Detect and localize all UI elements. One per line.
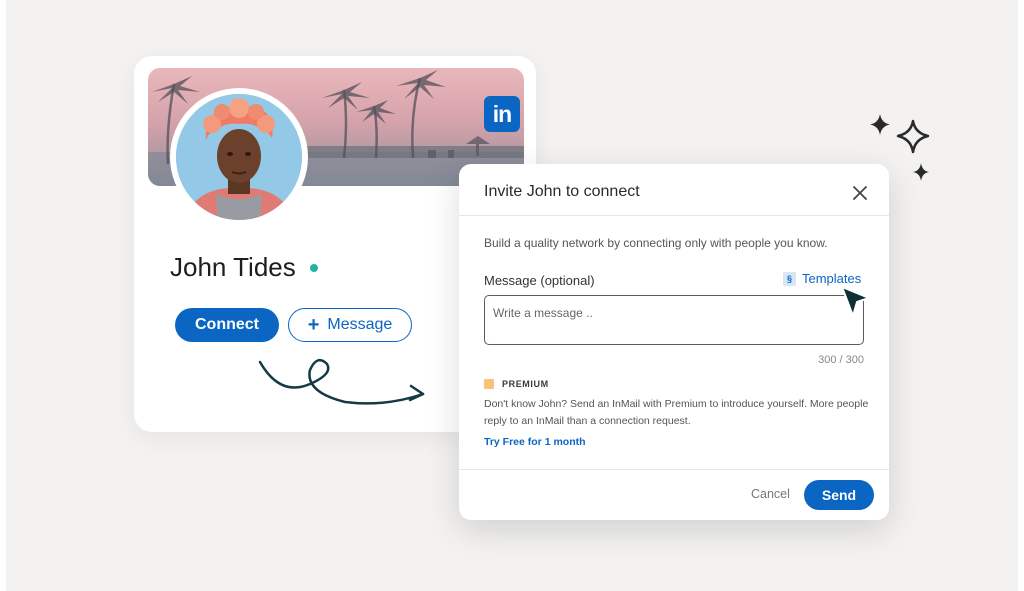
send-button-label: Send [821,487,857,503]
connect-button[interactable]: Connect [175,308,279,342]
sparkle-icon [870,114,890,135]
cursor-arrow-icon [841,286,870,317]
linkedin-logo: in [484,96,520,132]
try-free-link[interactable]: Try Free for 1 month [484,436,586,448]
cancel-button-label: Cancel [751,487,790,501]
premium-badge: PREMIUM [484,379,549,389]
message-button[interactable]: + Message [288,308,412,342]
message-input[interactable] [484,295,864,345]
dialog-subtitle: Build a quality network by connecting on… [484,236,828,250]
premium-icon [484,379,494,389]
message-label: Message (optional) [484,273,595,288]
online-status-indicator [309,263,318,272]
avatar [170,88,308,226]
connect-button-label: Connect [195,316,259,333]
close-icon[interactable] [849,182,871,204]
char-count: 300 / 300 [818,354,864,366]
plus-icon: + [307,314,320,336]
invite-dialog: Invite John to connect Build a quality n… [459,164,889,520]
profile-name-row: John Tides [170,252,318,283]
profile-name: John Tides [170,252,296,282]
sparkle-icon [896,119,930,154]
premium-label: PREMIUM [502,379,549,389]
dialog-title: Invite John to connect [484,183,640,200]
dialog-footer-divider [459,469,889,470]
template-icon: § [783,271,796,286]
send-button[interactable]: Send [804,480,874,510]
message-button-label: Message [327,316,393,333]
dialog-header-divider [459,215,889,216]
sparkle-icon [913,163,929,181]
premium-description: Don't know John? Send an InMail with Pre… [484,398,869,427]
curly-arrow-decoration [258,358,425,405]
cancel-button[interactable]: Cancel [745,486,796,502]
